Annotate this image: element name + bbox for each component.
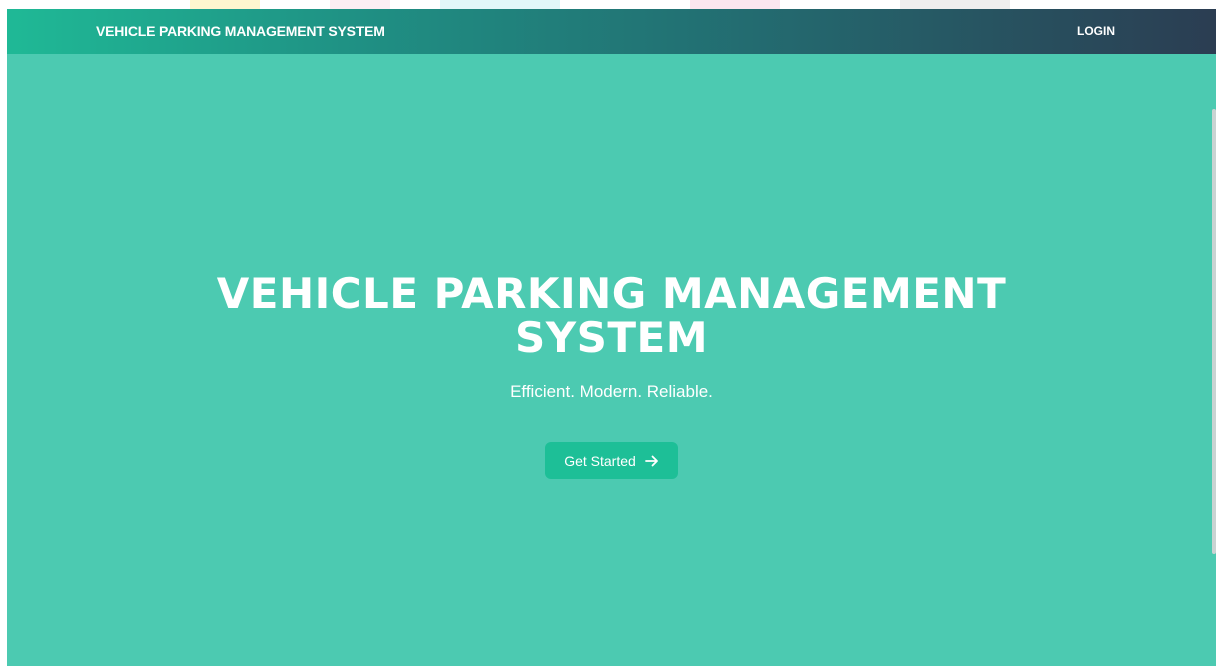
- hero-subtitle: Efficient. Modern. Reliable.: [510, 382, 713, 401]
- get-started-label: Get Started: [564, 452, 636, 469]
- arrow-right-icon: [644, 455, 658, 466]
- get-started-button[interactable]: Get Started: [545, 442, 678, 479]
- landing-page: VEHICLE PARKING MANAGEMENT SYSTEM LOGIN …: [7, 9, 1216, 666]
- brand-link[interactable]: VEHICLE PARKING MANAGEMENT SYSTEM: [96, 9, 385, 54]
- top-navbar: VEHICLE PARKING MANAGEMENT SYSTEM LOGIN: [7, 9, 1216, 54]
- screen: VEHICLE PARKING MANAGEMENT SYSTEM LOGIN …: [0, 0, 1221, 666]
- hero-title: VEHICLE PARKING MANAGEMENT SYSTEM: [216, 269, 1007, 362]
- hero-section: VEHICLE PARKING MANAGEMENT SYSTEM Effici…: [7, 272, 1216, 479]
- page-scrollbar[interactable]: [1212, 109, 1216, 554]
- login-link[interactable]: LOGIN: [1077, 9, 1115, 54]
